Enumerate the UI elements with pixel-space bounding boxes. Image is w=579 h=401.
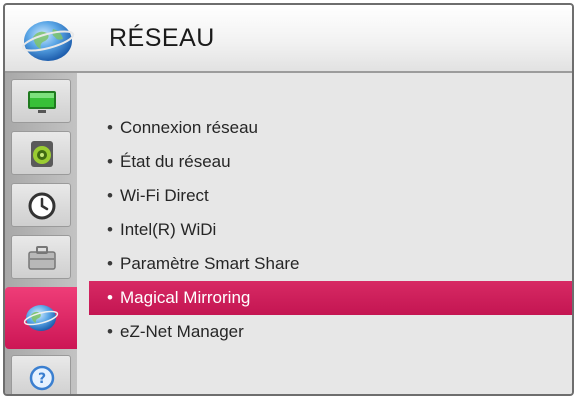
- network-globe-icon: [21, 17, 75, 63]
- network-menu-panel: Connexion réseau État du réseau Wi-Fi Di…: [77, 73, 572, 394]
- page-title: RÉSEAU: [109, 24, 215, 52]
- menu-item-magical-mirroring[interactable]: Magical Mirroring: [89, 281, 572, 315]
- sidebar-item-network[interactable]: [5, 287, 77, 349]
- menu-item-network-connection[interactable]: Connexion réseau: [77, 111, 572, 145]
- network-settings-window: RÉSEAU ? • Connexion réseau • État du ré…: [3, 3, 574, 396]
- menu-item-ez-net-manager[interactable]: eZ-Net Manager: [77, 315, 572, 349]
- picture-tv-icon: [28, 91, 56, 113]
- time-clock-icon: [28, 192, 56, 220]
- help-question-icon: ?: [29, 365, 55, 391]
- network-globe-icon: [23, 305, 59, 331]
- header-bar: RÉSEAU: [5, 5, 572, 73]
- network-menu-list: Connexion réseau État du réseau Wi-Fi Di…: [77, 111, 572, 349]
- menu-item-wifi-direct[interactable]: Wi-Fi Direct: [77, 179, 572, 213]
- sidebar-item-picture[interactable]: [11, 79, 71, 123]
- options-briefcase-icon: [28, 246, 56, 270]
- menu-item-smart-share-settings[interactable]: Paramètre Smart Share: [77, 247, 572, 281]
- audio-speaker-icon: [31, 141, 53, 167]
- svg-text:?: ?: [38, 371, 46, 387]
- sidebar-item-options[interactable]: [11, 235, 71, 279]
- menu-item-intel-widi[interactable]: Intel(R) WiDi: [77, 213, 572, 247]
- menu-item-network-status[interactable]: État du réseau: [77, 145, 572, 179]
- sidebar-item-time[interactable]: [11, 183, 71, 227]
- sidebar-item-audio[interactable]: [11, 131, 71, 175]
- category-sidebar: ?: [5, 73, 77, 394]
- sidebar-item-support[interactable]: ?: [11, 355, 71, 394]
